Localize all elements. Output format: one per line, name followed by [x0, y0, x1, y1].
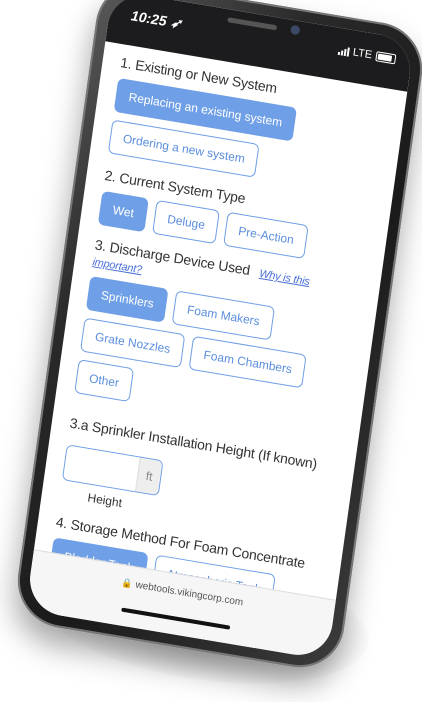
- height-input[interactable]: ft: [61, 444, 164, 497]
- speaker-grille: [227, 17, 278, 31]
- pre-action-button[interactable]: Pre-Action: [223, 211, 309, 260]
- height-value-field[interactable]: [63, 445, 140, 492]
- location-arrow-icon: ➶: [169, 13, 184, 32]
- sprinklers-button[interactable]: Sprinklers: [85, 275, 169, 323]
- other-button[interactable]: Other: [74, 359, 135, 403]
- lock-icon: 🔒: [120, 577, 134, 590]
- grate-nozzles-button[interactable]: Grate Nozzles: [79, 317, 186, 369]
- deluge-button[interactable]: Deluge: [152, 199, 221, 245]
- signal-strength-icon: [337, 45, 350, 57]
- url-text: webtools.vikingcorp.com: [134, 579, 244, 609]
- phone-screen: 10:25 ➶ LTE 1. Existing or New System Re…: [25, 0, 415, 661]
- home-indicator[interactable]: [121, 607, 231, 630]
- phone-device: 10:25 ➶ LTE 1. Existing or New System Re…: [11, 0, 422, 675]
- status-indicators: LTE: [337, 44, 397, 66]
- height-unit: ft: [135, 457, 163, 495]
- wet-button[interactable]: Wet: [97, 190, 150, 233]
- battery-icon: [375, 51, 397, 65]
- network-type: LTE: [352, 46, 373, 62]
- front-camera: [290, 24, 301, 36]
- status-time: 10:25 ➶: [130, 7, 184, 32]
- height-label: Height: [86, 490, 123, 511]
- foam-makers-button[interactable]: Foam Makers: [172, 290, 275, 341]
